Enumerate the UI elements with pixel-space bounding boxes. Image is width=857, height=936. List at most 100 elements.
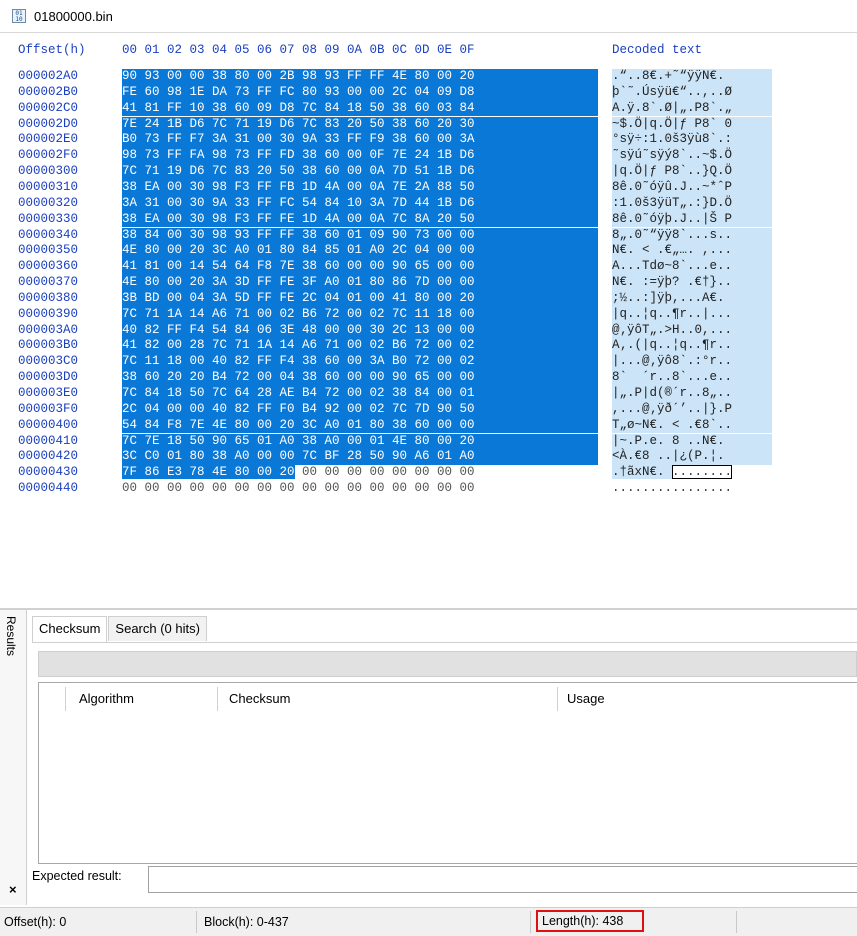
hex-row[interactable]: 000003E0 7C 84 18 50 7C 64 28 AE B4 72 00… bbox=[0, 386, 857, 402]
row-hex-bytes[interactable]: 41 81 FF 10 38 60 09 D8 7C 84 18 50 38 6… bbox=[122, 100, 598, 117]
hex-row[interactable]: 000003B0 41 82 00 28 7C 71 1A 14 A6 71 00… bbox=[0, 338, 857, 355]
row-hex-bytes[interactable]: 38 EA 00 30 98 F3 FF FB 1D 4A 00 0A 7E 2… bbox=[122, 179, 598, 196]
hex-row[interactable]: 00000360 41 81 00 14 54 64 F8 7E 38 60 00… bbox=[0, 259, 857, 275]
row-hex-bytes[interactable]: 7F 86 E3 78 4E 80 00 20 00 00 00 00 00 0… bbox=[122, 465, 598, 481]
hex-row[interactable]: 000003C0 7C 11 18 00 40 82 FF F4 38 60 00… bbox=[0, 354, 857, 371]
row-decoded-text[interactable]: 8` ´r..8`...e.. bbox=[612, 370, 772, 386]
row-hex-bytes[interactable]: 38 84 00 30 98 93 FF FF 38 60 01 09 90 7… bbox=[122, 227, 598, 244]
hex-row[interactable]: 000002D0 7E 24 1B D6 7C 71 19 D6 7C 83 20… bbox=[0, 116, 857, 133]
tab-checksum[interactable]: Checksum bbox=[32, 616, 108, 642]
row-decoded-text[interactable]: A...Tdø~8`...e.. bbox=[612, 259, 772, 275]
row-hex-bytes[interactable]: 41 81 00 14 54 64 F8 7E 38 60 00 00 90 6… bbox=[122, 259, 598, 275]
row-decoded-text[interactable]: |„.P|d(®´r..8„.. bbox=[612, 386, 772, 402]
row-decoded-text[interactable]: ,...@‚ÿð´’..|}.P bbox=[612, 401, 772, 418]
checksum-table[interactable]: Algorithm Checksum Usage bbox=[38, 682, 857, 864]
row-hex-bytes[interactable]: 2C 04 00 00 40 82 FF F0 B4 92 00 02 7C 7… bbox=[122, 401, 598, 418]
row-decoded-text[interactable]: @‚ÿôT„.>H..0,... bbox=[612, 322, 772, 339]
hex-row[interactable]: 000002E0 B0 73 FF F7 3A 31 00 30 9A 33 FF… bbox=[0, 132, 857, 149]
row-decoded-text[interactable]: ................ bbox=[612, 481, 772, 497]
column-separator[interactable] bbox=[65, 687, 66, 711]
hex-row[interactable]: 00000310 38 EA 00 30 98 F3 FF FB 1D 4A 00… bbox=[0, 179, 857, 196]
row-decoded-text[interactable]: 8„.0˜“ÿÿ8`...s.. bbox=[612, 227, 772, 244]
row-hex-bytes[interactable]: 3C C0 01 80 38 A0 00 00 7C BF 28 50 90 A… bbox=[122, 449, 598, 466]
row-decoded-text[interactable]: T„ø~N€. < .€8`.. bbox=[612, 417, 772, 434]
row-hex-bytes[interactable]: 7C 71 1A 14 A6 71 00 02 B6 72 00 02 7C 1… bbox=[122, 306, 598, 323]
hex-row[interactable]: 00000400 54 84 F8 7E 4E 80 00 20 3C A0 01… bbox=[0, 417, 857, 434]
row-hex-bytes[interactable]: 90 93 00 00 38 80 00 2B 98 93 FF FF 4E 8… bbox=[122, 69, 598, 85]
row-hex-bytes[interactable]: 4E 80 00 20 3C A0 01 80 84 85 01 A0 2C 0… bbox=[122, 243, 598, 260]
hex-row[interactable]: 00000440 00 00 00 00 00 00 00 00 00 00 00… bbox=[0, 481, 857, 497]
row-decoded-text[interactable]: ~$.Ö|q.Ö|ƒ P8` 0 bbox=[612, 116, 772, 133]
unselected-bytes[interactable]: 00 00 00 00 00 00 00 00 bbox=[295, 465, 475, 479]
row-decoded-text[interactable]: 8ê.0˜óÿþ.J..|Š P bbox=[612, 211, 772, 228]
expected-result-input[interactable] bbox=[148, 866, 857, 893]
row-hex-bytes[interactable]: 54 84 F8 7E 4E 80 00 20 3C A0 01 80 38 6… bbox=[122, 417, 598, 434]
column-separator[interactable] bbox=[557, 687, 558, 711]
row-decoded-text[interactable]: °sÿ÷:1.0š3ÿù8`.: bbox=[612, 132, 772, 149]
file-tab[interactable]: 01 10 01800000.bin bbox=[0, 0, 150, 32]
row-decoded-text[interactable]: |...@‚ÿô8`.:°r.. bbox=[612, 354, 772, 371]
row-hex-bytes[interactable]: 38 EA 00 30 98 F3 FF FE 1D 4A 00 0A 7C 8… bbox=[122, 211, 598, 228]
row-decoded-text[interactable]: |q.Ö|ƒ P8`..}Q.Ö bbox=[612, 164, 772, 180]
hex-row[interactable]: 00000410 7C 7E 18 50 90 65 01 A0 38 A0 00… bbox=[0, 433, 857, 450]
column-checksum[interactable]: Checksum bbox=[229, 691, 290, 706]
hex-row[interactable]: 00000390 7C 71 1A 14 A6 71 00 02 B6 72 00… bbox=[0, 306, 857, 323]
row-decoded-text[interactable]: N€. < .€„…. ,... bbox=[612, 243, 772, 260]
hex-row[interactable]: 00000320 3A 31 00 30 9A 33 FF FC 54 84 10… bbox=[0, 195, 857, 212]
selected-decoded[interactable]: .†ãxN€. bbox=[612, 465, 673, 480]
row-decoded-text[interactable]: 8ê.0˜óÿû.J..~*ˆP bbox=[612, 179, 772, 196]
column-separator[interactable] bbox=[217, 687, 218, 711]
hex-row[interactable]: 00000330 38 EA 00 30 98 F3 FF FE 1D 4A 00… bbox=[0, 211, 857, 228]
row-hex-bytes[interactable]: B0 73 FF F7 3A 31 00 30 9A 33 FF F9 38 6… bbox=[122, 132, 598, 149]
results-label[interactable]: Results bbox=[4, 616, 18, 656]
column-usage[interactable]: Usage bbox=[567, 691, 605, 706]
hex-row[interactable]: 00000340 38 84 00 30 98 93 FF FF 38 60 01… bbox=[0, 227, 857, 244]
hex-row[interactable]: 00000420 3C C0 01 80 38 A0 00 00 7C BF 28… bbox=[0, 449, 857, 466]
row-decoded-text[interactable]: |~.P.e. 8 ..N€. bbox=[612, 433, 772, 450]
hex-row[interactable]: 000003D0 38 60 20 20 B4 72 00 04 38 60 00… bbox=[0, 370, 857, 386]
column-algorithm[interactable]: Algorithm bbox=[79, 691, 134, 706]
row-hex-bytes[interactable]: 00 00 00 00 00 00 00 00 00 00 00 00 00 0… bbox=[122, 481, 598, 497]
row-hex-bytes[interactable]: FE 60 98 1E DA 73 FF FC 80 93 00 00 2C 0… bbox=[122, 84, 598, 101]
row-hex-bytes[interactable]: 4E 80 00 20 3A 3D FF FE 3F A0 01 80 86 7… bbox=[122, 275, 598, 291]
row-hex-bytes[interactable]: 41 82 00 28 7C 71 1A 14 A6 71 00 02 B6 7… bbox=[122, 338, 598, 355]
row-decoded-text[interactable]: |q..¦q..¶r..|... bbox=[612, 306, 772, 323]
row-decoded-text[interactable]: A.ÿ.8`.Ø|„.P8`.„ bbox=[612, 100, 772, 117]
row-hex-bytes[interactable]: 7C 84 18 50 7C 64 28 AE B4 72 00 02 38 8… bbox=[122, 386, 598, 402]
selected-bytes[interactable]: 7F 86 E3 78 4E 80 00 20 bbox=[122, 465, 295, 480]
row-hex-bytes[interactable]: 3A 31 00 30 9A 33 FF FC 54 84 10 3A 7D 4… bbox=[122, 195, 598, 212]
results-splitter[interactable] bbox=[0, 608, 857, 610]
row-decoded-text[interactable]: .“..8€.+˜“ÿÿN€. bbox=[612, 69, 772, 85]
tab-search[interactable]: Search (0 hits) bbox=[108, 616, 207, 641]
hex-row[interactable]: 000002B0 FE 60 98 1E DA 73 FF FC 80 93 00… bbox=[0, 84, 857, 101]
row-decoded-text[interactable]: N€. :=ÿþ? .€†}.. bbox=[612, 275, 772, 291]
row-hex-bytes[interactable]: 3B BD 00 04 3A 5D FF FE 2C 04 01 00 41 8… bbox=[122, 290, 598, 307]
hex-row[interactable]: 000002A0 90 93 00 00 38 80 00 2B 98 93 FF… bbox=[0, 69, 857, 85]
row-decoded-text[interactable]: þ`˜.Úsÿü€“..,..Ø bbox=[612, 84, 772, 101]
row-hex-bytes[interactable]: 40 82 FF F4 54 84 06 3E 48 00 00 30 2C 1… bbox=[122, 322, 598, 339]
row-hex-bytes[interactable]: 7E 24 1B D6 7C 71 19 D6 7C 83 20 50 38 6… bbox=[122, 116, 598, 133]
row-hex-bytes[interactable]: 7C 7E 18 50 90 65 01 A0 38 A0 00 01 4E 8… bbox=[122, 433, 598, 450]
hex-editor[interactable]: Offset(h) 00 01 02 03 04 05 06 07 08 09 … bbox=[0, 33, 857, 608]
row-decoded-text[interactable]: .†ãxN€. ........ bbox=[612, 465, 772, 481]
row-hex-bytes[interactable]: 7C 11 18 00 40 82 FF F4 38 60 00 3A B0 7… bbox=[122, 354, 598, 371]
hex-row[interactable]: 000003F0 2C 04 00 00 40 82 FF F0 B4 92 00… bbox=[0, 401, 857, 418]
hex-row[interactable]: 000002C0 41 81 FF 10 38 60 09 D8 7C 84 18… bbox=[0, 100, 857, 117]
hex-row[interactable]: 00000430 7F 86 E3 78 4E 80 00 20 00 00 00… bbox=[0, 465, 857, 481]
row-decoded-text[interactable]: A‚.(|q..¦q..¶r.. bbox=[612, 338, 772, 355]
row-decoded-text[interactable]: :1.0š3ÿüT„.:}D.Ö bbox=[612, 195, 772, 212]
hex-row[interactable]: 00000380 3B BD 00 04 3A 5D FF FE 2C 04 01… bbox=[0, 290, 857, 307]
row-decoded-text[interactable]: <À.€8 ..|¿(P.¦. bbox=[612, 449, 772, 466]
close-icon[interactable]: × bbox=[9, 882, 17, 897]
hex-row[interactable]: 000002F0 98 73 FF FA 98 73 FF FD 38 60 00… bbox=[0, 148, 857, 165]
hex-row[interactable]: 00000370 4E 80 00 20 3A 3D FF FE 3F A0 01… bbox=[0, 275, 857, 291]
hex-row[interactable]: 00000300 7C 71 19 D6 7C 83 20 50 38 60 00… bbox=[0, 164, 857, 180]
row-hex-bytes[interactable]: 98 73 FF FA 98 73 FF FD 38 60 00 0F 7E 2… bbox=[122, 148, 598, 165]
row-decoded-text[interactable]: ˜sÿú˜sÿý8`..~$.Ö bbox=[612, 148, 772, 165]
unselected-decoded[interactable]: ........ bbox=[672, 465, 733, 480]
hex-row[interactable]: 00000350 4E 80 00 20 3C A0 01 80 84 85 01… bbox=[0, 243, 857, 260]
hex-row[interactable]: 000003A0 40 82 FF F4 54 84 06 3E 48 00 00… bbox=[0, 322, 857, 339]
row-decoded-text[interactable]: ;½..:]ÿþ,...A€. bbox=[612, 290, 772, 307]
row-hex-bytes[interactable]: 38 60 20 20 B4 72 00 04 38 60 00 00 90 6… bbox=[122, 370, 598, 386]
row-hex-bytes[interactable]: 7C 71 19 D6 7C 83 20 50 38 60 00 0A 7D 5… bbox=[122, 164, 598, 180]
